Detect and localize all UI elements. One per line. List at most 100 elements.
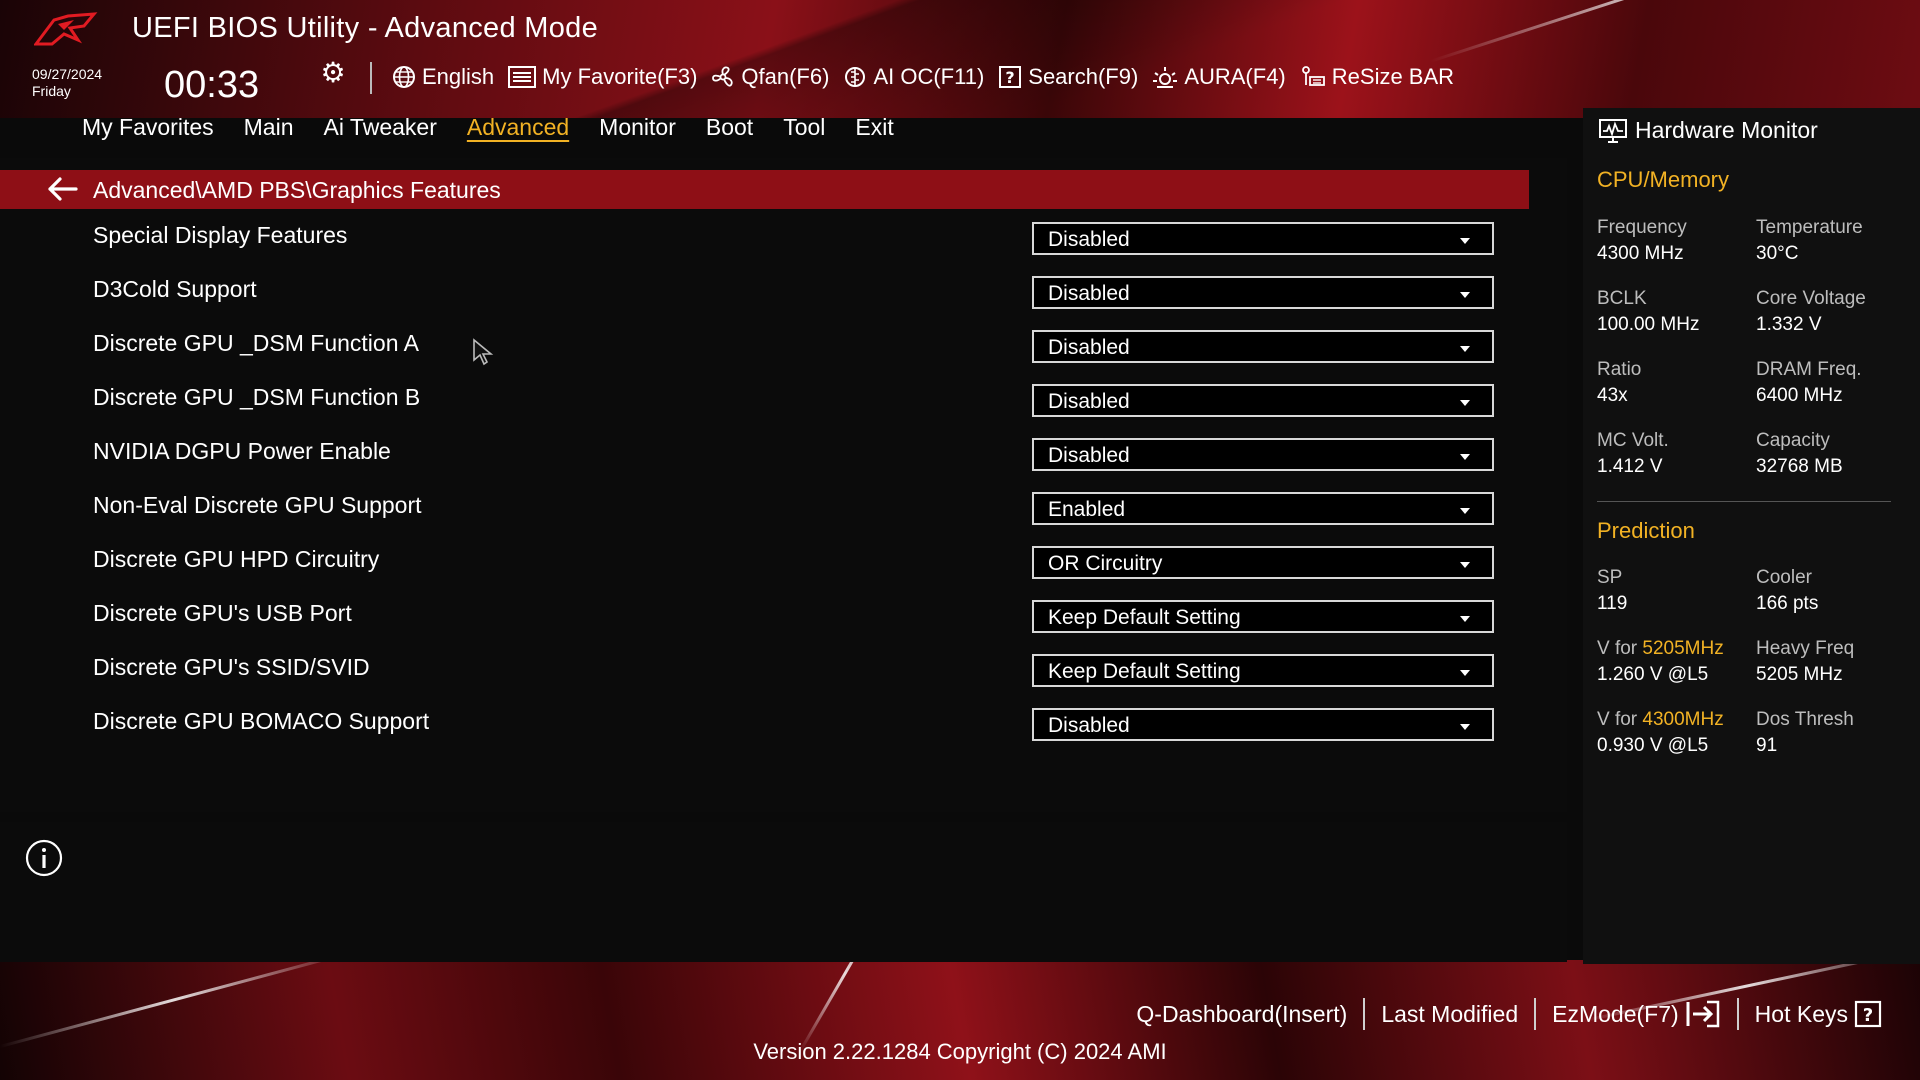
- chevron-down-icon: [1460, 616, 1470, 622]
- ezmode-button[interactable]: EzMode(F7): [1536, 1000, 1737, 1028]
- settings-gear-icon[interactable]: ⚙: [318, 58, 348, 88]
- v-for-prefix: V for: [1597, 709, 1643, 730]
- monitor-icon: [1599, 119, 1627, 143]
- cooler-value: 166 pts: [1756, 593, 1819, 614]
- dropdown-dgpu-usb-port[interactable]: Keep Default Setting: [1032, 600, 1494, 633]
- language-button[interactable]: English: [392, 64, 494, 90]
- frequency-label: Frequency: [1597, 217, 1687, 238]
- fan-icon: [712, 66, 734, 87]
- info-icon: [25, 839, 63, 877]
- help-icon: ?: [1854, 1000, 1882, 1028]
- q-dashboard-button[interactable]: Q-Dashboard(Insert): [1120, 1001, 1363, 1028]
- dropdown-value: Disabled: [1048, 444, 1130, 467]
- help-panel: [0, 822, 1567, 962]
- exit-arrow-icon: [1686, 1000, 1719, 1028]
- search-button[interactable]: ? Search(F9): [998, 64, 1138, 90]
- setting-label-non-eval-dgpu-support: Non-Eval Discrete GPU Support: [93, 492, 422, 518]
- dos-thresh-label: Dos Thresh: [1756, 709, 1854, 730]
- capacity-value: 32768 MB: [1756, 456, 1843, 477]
- dropdown-dgpu-hpd-circuitry[interactable]: OR Circuitry: [1032, 546, 1494, 579]
- dropdown-value: Disabled: [1048, 336, 1130, 359]
- mc-volt-label: MC Volt.: [1597, 430, 1669, 451]
- tab-my-favorites[interactable]: My Favorites: [82, 114, 214, 141]
- tab-monitor[interactable]: Monitor: [599, 114, 676, 141]
- v-for-heavy-freq: 5205MHz: [1642, 638, 1724, 659]
- chevron-down-icon: [1460, 454, 1470, 460]
- resize-bar-label: ReSize BAR: [1331, 64, 1455, 89]
- favorite-list-icon: [508, 66, 537, 88]
- hw-divider: [1597, 501, 1891, 502]
- temperature-value: 30°C: [1756, 243, 1799, 264]
- dropdown-d3cold-support[interactable]: Disabled: [1032, 276, 1494, 309]
- setting-label-dgpu-dsm-function-a: Discrete GPU _DSM Function A: [93, 330, 419, 356]
- prediction-heading: Prediction: [1597, 518, 1695, 543]
- setting-label-dgpu-usb-port: Discrete GPU's USB Port: [93, 600, 352, 626]
- back-arrow-icon[interactable]: [46, 176, 78, 202]
- resize-bar-button[interactable]: ReSize BAR: [1300, 64, 1454, 90]
- dropdown-dgpu-bomaco-support[interactable]: Disabled: [1032, 708, 1494, 741]
- mouse-cursor-icon: [473, 338, 494, 366]
- chevron-down-icon: [1460, 724, 1470, 730]
- header-divider: [370, 62, 372, 94]
- cpu-memory-heading: CPU/Memory: [1597, 167, 1730, 192]
- dropdown-dgpu-ssid-svid[interactable]: Keep Default Setting: [1032, 654, 1494, 687]
- ratio-value: 43x: [1597, 385, 1628, 406]
- cooler-label: Cooler: [1756, 567, 1812, 588]
- heavy-freq-value: 5205 MHz: [1756, 664, 1843, 685]
- setting-label-dgpu-ssid-svid: Discrete GPU's SSID/SVID: [93, 654, 370, 680]
- footer-bar: Q-Dashboard(Insert) Last Modified EzMode…: [1120, 998, 1898, 1030]
- date-text: 09/27/2024: [32, 66, 103, 82]
- dropdown-special-display-features[interactable]: Disabled: [1032, 222, 1494, 255]
- v-for-light-value: 0.930 V @L5: [1597, 735, 1709, 756]
- dropdown-non-eval-dgpu-support[interactable]: Enabled: [1032, 492, 1494, 525]
- dropdown-nvidia-dgpu-power-enable[interactable]: Disabled: [1032, 438, 1494, 471]
- hot-keys-button[interactable]: Hot Keys ?: [1739, 1000, 1898, 1028]
- setting-label-d3cold-support: D3Cold Support: [93, 276, 257, 302]
- globe-icon: [393, 66, 415, 88]
- dropdown-value: Disabled: [1048, 228, 1130, 251]
- v-for-light-freq: 4300MHz: [1642, 709, 1724, 730]
- main-tabs: My Favorites Main Ai Tweaker Advanced Mo…: [82, 114, 894, 141]
- dropdown-value: Disabled: [1048, 714, 1130, 737]
- mc-volt-value: 1.412 V: [1597, 456, 1663, 477]
- dropdown-value: OR Circuitry: [1048, 552, 1163, 575]
- tab-main[interactable]: Main: [244, 114, 294, 141]
- chevron-down-icon: [1460, 508, 1470, 514]
- dropdown-value: Enabled: [1048, 498, 1126, 521]
- aura-button[interactable]: AURA(F4): [1152, 64, 1286, 90]
- dropdown-value: Keep Default Setting: [1048, 606, 1241, 629]
- dropdown-dgpu-dsm-function-b[interactable]: Disabled: [1032, 384, 1494, 417]
- my-favorite-button[interactable]: My Favorite(F3): [508, 64, 697, 90]
- breadcrumb: Advanced\AMD PBS\Graphics Features: [93, 177, 501, 203]
- tab-ai-tweaker[interactable]: Ai Tweaker: [324, 114, 437, 141]
- dos-thresh-value: 91: [1756, 735, 1778, 756]
- dram-freq-label: DRAM Freq.: [1756, 359, 1862, 380]
- sp-label: SP: [1597, 567, 1623, 588]
- app-title: UEFI BIOS Utility - Advanced Mode: [132, 12, 599, 44]
- last-modified-button[interactable]: Last Modified: [1365, 1001, 1534, 1028]
- dram-freq-value: 6400 MHz: [1756, 385, 1843, 406]
- capacity-label: Capacity: [1756, 430, 1830, 451]
- aura-label: AURA(F4): [1184, 64, 1286, 89]
- qfan-label: Qfan(F6): [741, 64, 830, 89]
- ratio-label: Ratio: [1597, 359, 1642, 380]
- ai-chip-icon: [845, 67, 866, 87]
- dropdown-value: Disabled: [1048, 390, 1130, 413]
- tab-advanced[interactable]: Advanced: [467, 114, 569, 141]
- my-favorite-label: My Favorite(F3): [542, 64, 698, 89]
- tab-boot[interactable]: Boot: [706, 114, 753, 141]
- chevron-down-icon: [1460, 238, 1470, 244]
- setting-label-dgpu-bomaco-support: Discrete GPU BOMACO Support: [93, 708, 430, 734]
- qfan-button[interactable]: Qfan(F6): [711, 64, 829, 90]
- v-for-heavy-value: 1.260 V @L5: [1597, 664, 1709, 685]
- hot-keys-label: Hot Keys: [1754, 1000, 1848, 1027]
- dropdown-dgpu-dsm-function-a[interactable]: Disabled: [1032, 330, 1494, 363]
- v-for-light-label: V for 4300MHz: [1597, 709, 1724, 731]
- tab-tool[interactable]: Tool: [783, 114, 825, 141]
- date-display: 09/27/2024 Friday: [32, 66, 102, 100]
- ai-oc-button[interactable]: AI OC(F11): [843, 64, 984, 90]
- tab-exit[interactable]: Exit: [855, 114, 893, 141]
- resize-bar-icon: [1301, 66, 1325, 86]
- version-text: Version 2.22.1284 Copyright (C) 2024 AMI: [753, 1039, 1167, 1064]
- chevron-down-icon: [1460, 346, 1470, 352]
